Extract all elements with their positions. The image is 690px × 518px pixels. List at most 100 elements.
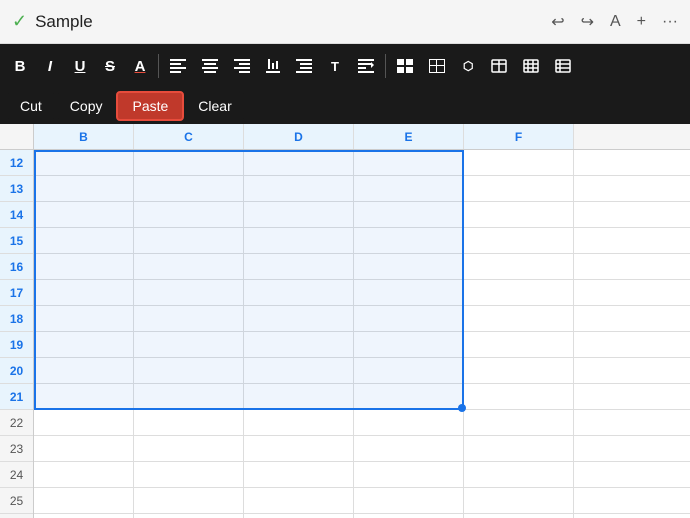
- row-header-14[interactable]: 14: [0, 202, 33, 228]
- table-row[interactable]: [34, 176, 690, 202]
- cell-f21[interactable]: [464, 384, 574, 409]
- cell-d17[interactable]: [244, 280, 354, 305]
- cell-b16[interactable]: [34, 254, 134, 279]
- row-header-26[interactable]: 26: [0, 514, 33, 518]
- col-header-c[interactable]: C: [134, 124, 244, 149]
- row-header-25[interactable]: 25: [0, 488, 33, 514]
- cell-f26[interactable]: [464, 514, 574, 518]
- cell-b19[interactable]: [34, 332, 134, 357]
- cell-d18[interactable]: [244, 306, 354, 331]
- cell-c13[interactable]: [134, 176, 244, 201]
- col-header-d[interactable]: D: [244, 124, 354, 149]
- cell-c19[interactable]: [134, 332, 244, 357]
- text-wrap-button[interactable]: T: [321, 55, 349, 78]
- table-row[interactable]: [34, 514, 690, 518]
- table-row[interactable]: [34, 150, 690, 176]
- col-header-f[interactable]: F: [464, 124, 574, 149]
- cell-d12[interactable]: [244, 150, 354, 175]
- cell-b18[interactable]: [34, 306, 134, 331]
- cell-f15[interactable]: [464, 228, 574, 253]
- valign-bottom-button[interactable]: [259, 55, 287, 77]
- cell-b26[interactable]: [34, 514, 134, 518]
- cell-c18[interactable]: [134, 306, 244, 331]
- align-right-button[interactable]: [227, 55, 257, 77]
- row-header-15[interactable]: 15: [0, 228, 33, 254]
- cell-f24[interactable]: [464, 462, 574, 487]
- cell-f19[interactable]: [464, 332, 574, 357]
- cell-b22[interactable]: [34, 410, 134, 435]
- cell-e22[interactable]: [354, 410, 464, 435]
- cell-c25[interactable]: [134, 488, 244, 513]
- cell-d19[interactable]: [244, 332, 354, 357]
- italic-button[interactable]: I: [36, 54, 64, 79]
- cell-b17[interactable]: [34, 280, 134, 305]
- cell-d24[interactable]: [244, 462, 354, 487]
- table-row[interactable]: [34, 332, 690, 358]
- cell-b24[interactable]: [34, 462, 134, 487]
- row-header-24[interactable]: 24: [0, 462, 33, 488]
- cell-c15[interactable]: [134, 228, 244, 253]
- cell-c26[interactable]: [134, 514, 244, 518]
- cell-c24[interactable]: [134, 462, 244, 487]
- table-row[interactable]: [34, 254, 690, 280]
- undo-icon[interactable]: ↩: [551, 12, 564, 32]
- underline-button[interactable]: U: [66, 54, 94, 79]
- cell-e18[interactable]: [354, 306, 464, 331]
- cell-e17[interactable]: [354, 280, 464, 305]
- cell-b20[interactable]: [34, 358, 134, 383]
- row-header-19[interactable]: 19: [0, 332, 33, 358]
- cell-d16[interactable]: [244, 254, 354, 279]
- table-row[interactable]: [34, 358, 690, 384]
- cut-button[interactable]: Cut: [6, 93, 56, 119]
- copy-button[interactable]: Copy: [56, 93, 117, 119]
- insert-table-button[interactable]: [484, 55, 514, 77]
- cell-f18[interactable]: [464, 306, 574, 331]
- col-header-b[interactable]: B: [34, 124, 134, 149]
- cell-c14[interactable]: [134, 202, 244, 227]
- cell-e13[interactable]: [354, 176, 464, 201]
- cell-f17[interactable]: [464, 280, 574, 305]
- bold-button[interactable]: B: [6, 54, 34, 79]
- more-options-icon[interactable]: ···: [662, 13, 678, 31]
- cell-f22[interactable]: [464, 410, 574, 435]
- cell-e25[interactable]: [354, 488, 464, 513]
- cell-b12[interactable]: [34, 150, 134, 175]
- cell-d23[interactable]: [244, 436, 354, 461]
- cell-d21[interactable]: [244, 384, 354, 409]
- cell-e24[interactable]: [354, 462, 464, 487]
- wrap-text-button[interactable]: [351, 55, 381, 77]
- add-icon[interactable]: +: [637, 13, 646, 31]
- strikethrough-button[interactable]: S: [96, 54, 124, 79]
- clear-button[interactable]: Clear: [184, 93, 245, 119]
- cell-f16[interactable]: [464, 254, 574, 279]
- chart-button[interactable]: [548, 55, 578, 77]
- cell-e15[interactable]: [354, 228, 464, 253]
- paste-button[interactable]: Paste: [116, 91, 184, 121]
- cell-d14[interactable]: [244, 202, 354, 227]
- row-header-22[interactable]: 22: [0, 410, 33, 436]
- redo-icon[interactable]: ↪: [581, 12, 594, 32]
- cell-f13[interactable]: [464, 176, 574, 201]
- row-header-17[interactable]: 17: [0, 280, 33, 306]
- row-header-12[interactable]: 12: [0, 150, 33, 176]
- cell-c20[interactable]: [134, 358, 244, 383]
- checkmark-icon[interactable]: ✓: [12, 11, 27, 32]
- cell-e12[interactable]: [354, 150, 464, 175]
- cell-d22[interactable]: [244, 410, 354, 435]
- cell-b21[interactable]: [34, 384, 134, 409]
- text-format-icon[interactable]: A: [610, 13, 621, 31]
- cell-e14[interactable]: [354, 202, 464, 227]
- cell-e21[interactable]: [354, 384, 464, 409]
- cell-e16[interactable]: [354, 254, 464, 279]
- cell-d26[interactable]: [244, 514, 354, 518]
- indent-button[interactable]: [289, 55, 319, 77]
- table-row[interactable]: [34, 228, 690, 254]
- row-header-18[interactable]: 18: [0, 306, 33, 332]
- cell-e23[interactable]: [354, 436, 464, 461]
- table-row[interactable]: [34, 436, 690, 462]
- row-header-13[interactable]: 13: [0, 176, 33, 202]
- merge-cells-button[interactable]: [390, 55, 420, 77]
- row-header-20[interactable]: 20: [0, 358, 33, 384]
- row-header-21[interactable]: 21: [0, 384, 33, 410]
- cell-c21[interactable]: [134, 384, 244, 409]
